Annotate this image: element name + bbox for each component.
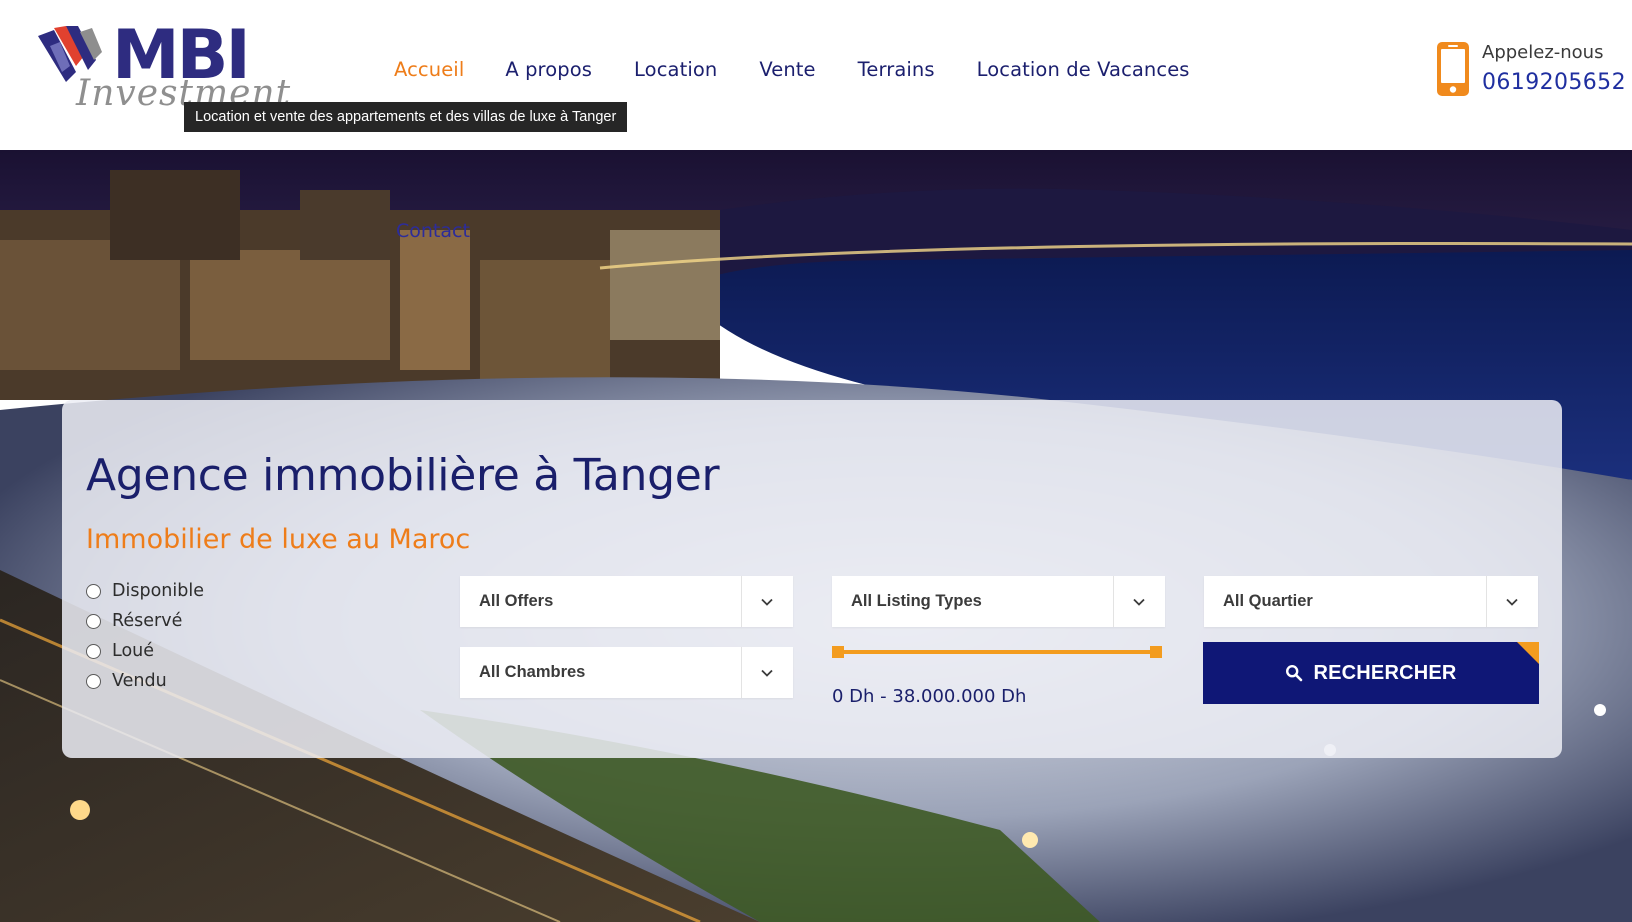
search-panel: Agence immobilière à Tanger Immobilier d… [62, 400, 1562, 758]
status-label: Loué [112, 641, 155, 661]
nav-item-location-de-vacances[interactable]: Location de Vacances [977, 56, 1190, 84]
call-phone-number[interactable]: 0619205652 [1482, 70, 1626, 95]
search-button[interactable]: RECHERCHER [1203, 642, 1539, 704]
radio-button[interactable] [86, 673, 101, 689]
logo-tooltip: Location et vente des appartements et de… [184, 102, 628, 132]
price-range-track [836, 650, 1158, 654]
select-value: All Listing Types [851, 592, 982, 610]
nav-item-accueil[interactable]: Accueil [394, 56, 464, 84]
status-filter: Disponible Réservé Loué Vendu [86, 576, 204, 696]
select-divider [741, 647, 742, 698]
listing-type-select[interactable]: All Listing Types [832, 576, 1165, 627]
status-label: Réservé [112, 611, 183, 631]
nav-item-location[interactable]: Location [634, 56, 717, 84]
select-divider [1113, 576, 1114, 627]
select-value: All Offers [479, 592, 554, 610]
price-range-label: 0 Dh - 38.000.000 Dh [832, 686, 1027, 707]
select-divider [741, 576, 742, 627]
offers-select[interactable]: All Offers [460, 576, 793, 627]
price-max-handle[interactable] [1150, 646, 1162, 658]
chevron-down-icon [1506, 598, 1518, 606]
chambres-select[interactable]: All Chambres [460, 647, 793, 698]
chevron-down-icon [761, 598, 773, 606]
price-min-handle[interactable] [832, 646, 844, 658]
select-value: All Chambres [479, 663, 586, 681]
status-label: Vendu [112, 671, 167, 691]
hero-subtitle: Immobilier de luxe au Maroc [86, 524, 471, 555]
search-button-content: RECHERCHER [1203, 642, 1539, 704]
hero-title: Agence immobilière à Tanger [86, 450, 720, 501]
nav-item-terrains[interactable]: Terrains [858, 56, 935, 84]
status-option-disponible[interactable]: Disponible [86, 576, 204, 606]
phone-icon [1437, 42, 1469, 96]
status-option-vendu[interactable]: Vendu [86, 666, 204, 696]
quartier-select[interactable]: All Quartier [1204, 576, 1538, 627]
radio-button[interactable] [86, 613, 101, 629]
radio-button[interactable] [86, 583, 101, 599]
status-option-loue[interactable]: Loué [86, 636, 204, 666]
nav-item-contact[interactable]: Contact [396, 220, 470, 242]
search-button-label: RECHERCHER [1313, 661, 1457, 684]
status-label: Disponible [112, 581, 204, 601]
select-value: All Quartier [1223, 592, 1313, 610]
call-block[interactable]: Appelez-nous 0619205652 [1436, 40, 1626, 100]
main-nav: Accueil A propos Location Vente Terrains… [394, 56, 1190, 84]
chevron-down-icon [761, 669, 773, 677]
call-label: Appelez-nous [1482, 42, 1604, 63]
chevron-down-icon [1133, 598, 1145, 606]
nav-item-vente[interactable]: Vente [759, 56, 815, 84]
price-range-slider[interactable] [832, 644, 1162, 660]
nav-item-a-propos[interactable]: A propos [505, 56, 592, 84]
radio-button[interactable] [86, 643, 101, 659]
status-option-reserve[interactable]: Réservé [86, 606, 204, 636]
select-divider [1486, 576, 1487, 627]
search-icon [1286, 664, 1303, 682]
